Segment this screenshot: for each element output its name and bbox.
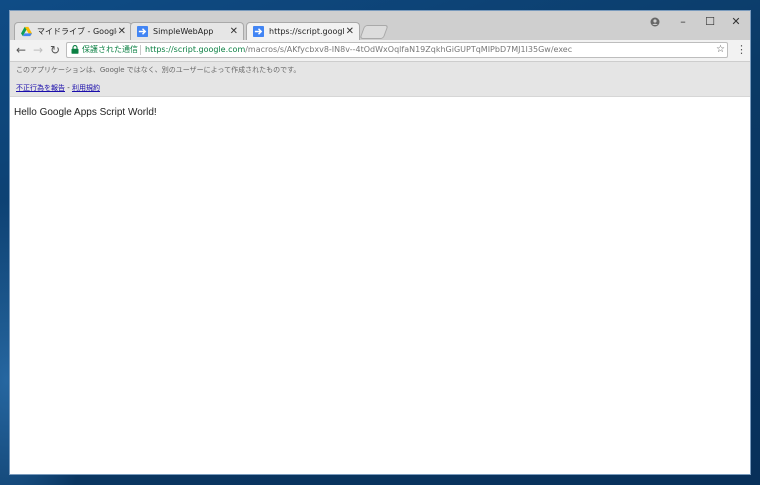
- browser-menu-icon[interactable]: ⋮: [736, 42, 747, 58]
- tab-label: マイドライブ - Google ドライ: [37, 27, 117, 36]
- terms-of-service-link[interactable]: 利用規約: [72, 84, 100, 92]
- apps-script-icon: [137, 26, 148, 37]
- title-bar: マイドライブ - Google ドライ ✕ SimpleWebApp ✕ htt…: [10, 11, 750, 41]
- tab-close-button[interactable]: ✕: [230, 23, 238, 40]
- back-button[interactable]: ←: [13, 42, 29, 58]
- url-host: https://script.google.com: [145, 45, 246, 54]
- url-text: https://script.google.com/macros/s/AKfyc…: [145, 43, 572, 57]
- close-window-button[interactable]: ✕: [724, 14, 748, 30]
- new-tab-button[interactable]: [359, 25, 389, 39]
- reload-button[interactable]: ↻: [47, 42, 63, 58]
- tab-google-drive[interactable]: マイドライブ - Google ドライ ✕: [14, 22, 132, 40]
- banner-notice-text: このアプリケーションは、Google ではなく、別のユーザーによって作成されたも…: [16, 66, 301, 74]
- hello-message: Hello Google Apps Script World!: [14, 107, 157, 118]
- account-icon[interactable]: [650, 17, 660, 27]
- minimize-button[interactable]: –: [671, 14, 695, 30]
- browser-window: マイドライブ - Google ドライ ✕ SimpleWebApp ✕ htt…: [9, 10, 751, 475]
- tab-close-button[interactable]: ✕: [346, 23, 354, 40]
- page-content: Hello Google Apps Script World!: [10, 97, 750, 474]
- tab-close-button[interactable]: ✕: [118, 23, 126, 40]
- report-abuse-link[interactable]: 不正行為を報告: [16, 84, 65, 92]
- secure-connection-label: 保護された通信: [82, 45, 138, 54]
- lock-icon: [71, 45, 79, 54]
- banner-link-separator: -: [65, 84, 72, 92]
- banner-links: 不正行為を報告 - 利用規約: [16, 83, 100, 93]
- apps-script-icon: [253, 26, 264, 37]
- tab-simplewebapp[interactable]: SimpleWebApp ✕: [130, 22, 244, 40]
- google-drive-icon: [21, 26, 32, 37]
- warning-banner: このアプリケーションは、Google ではなく、別のユーザーによって作成されたも…: [10, 62, 750, 97]
- tab-script-google[interactable]: https://script.google.com ✕: [246, 22, 360, 41]
- forward-button[interactable]: →: [30, 42, 46, 58]
- tab-label: https://script.google.com: [269, 27, 345, 36]
- tab-label: SimpleWebApp: [153, 27, 214, 36]
- url-path: /macros/s/AKfycbxv8-IN8v--4tOdWxOqlfaN19…: [245, 45, 573, 54]
- bookmark-star-icon[interactable]: ☆: [716, 43, 725, 57]
- browser-toolbar: ← → ↻ 保護された通信 https://script.google.com/…: [10, 40, 750, 62]
- address-divider: [140, 45, 141, 55]
- maximize-button[interactable]: ☐: [698, 14, 722, 30]
- address-bar[interactable]: 保護された通信 https://script.google.com/macros…: [66, 42, 728, 58]
